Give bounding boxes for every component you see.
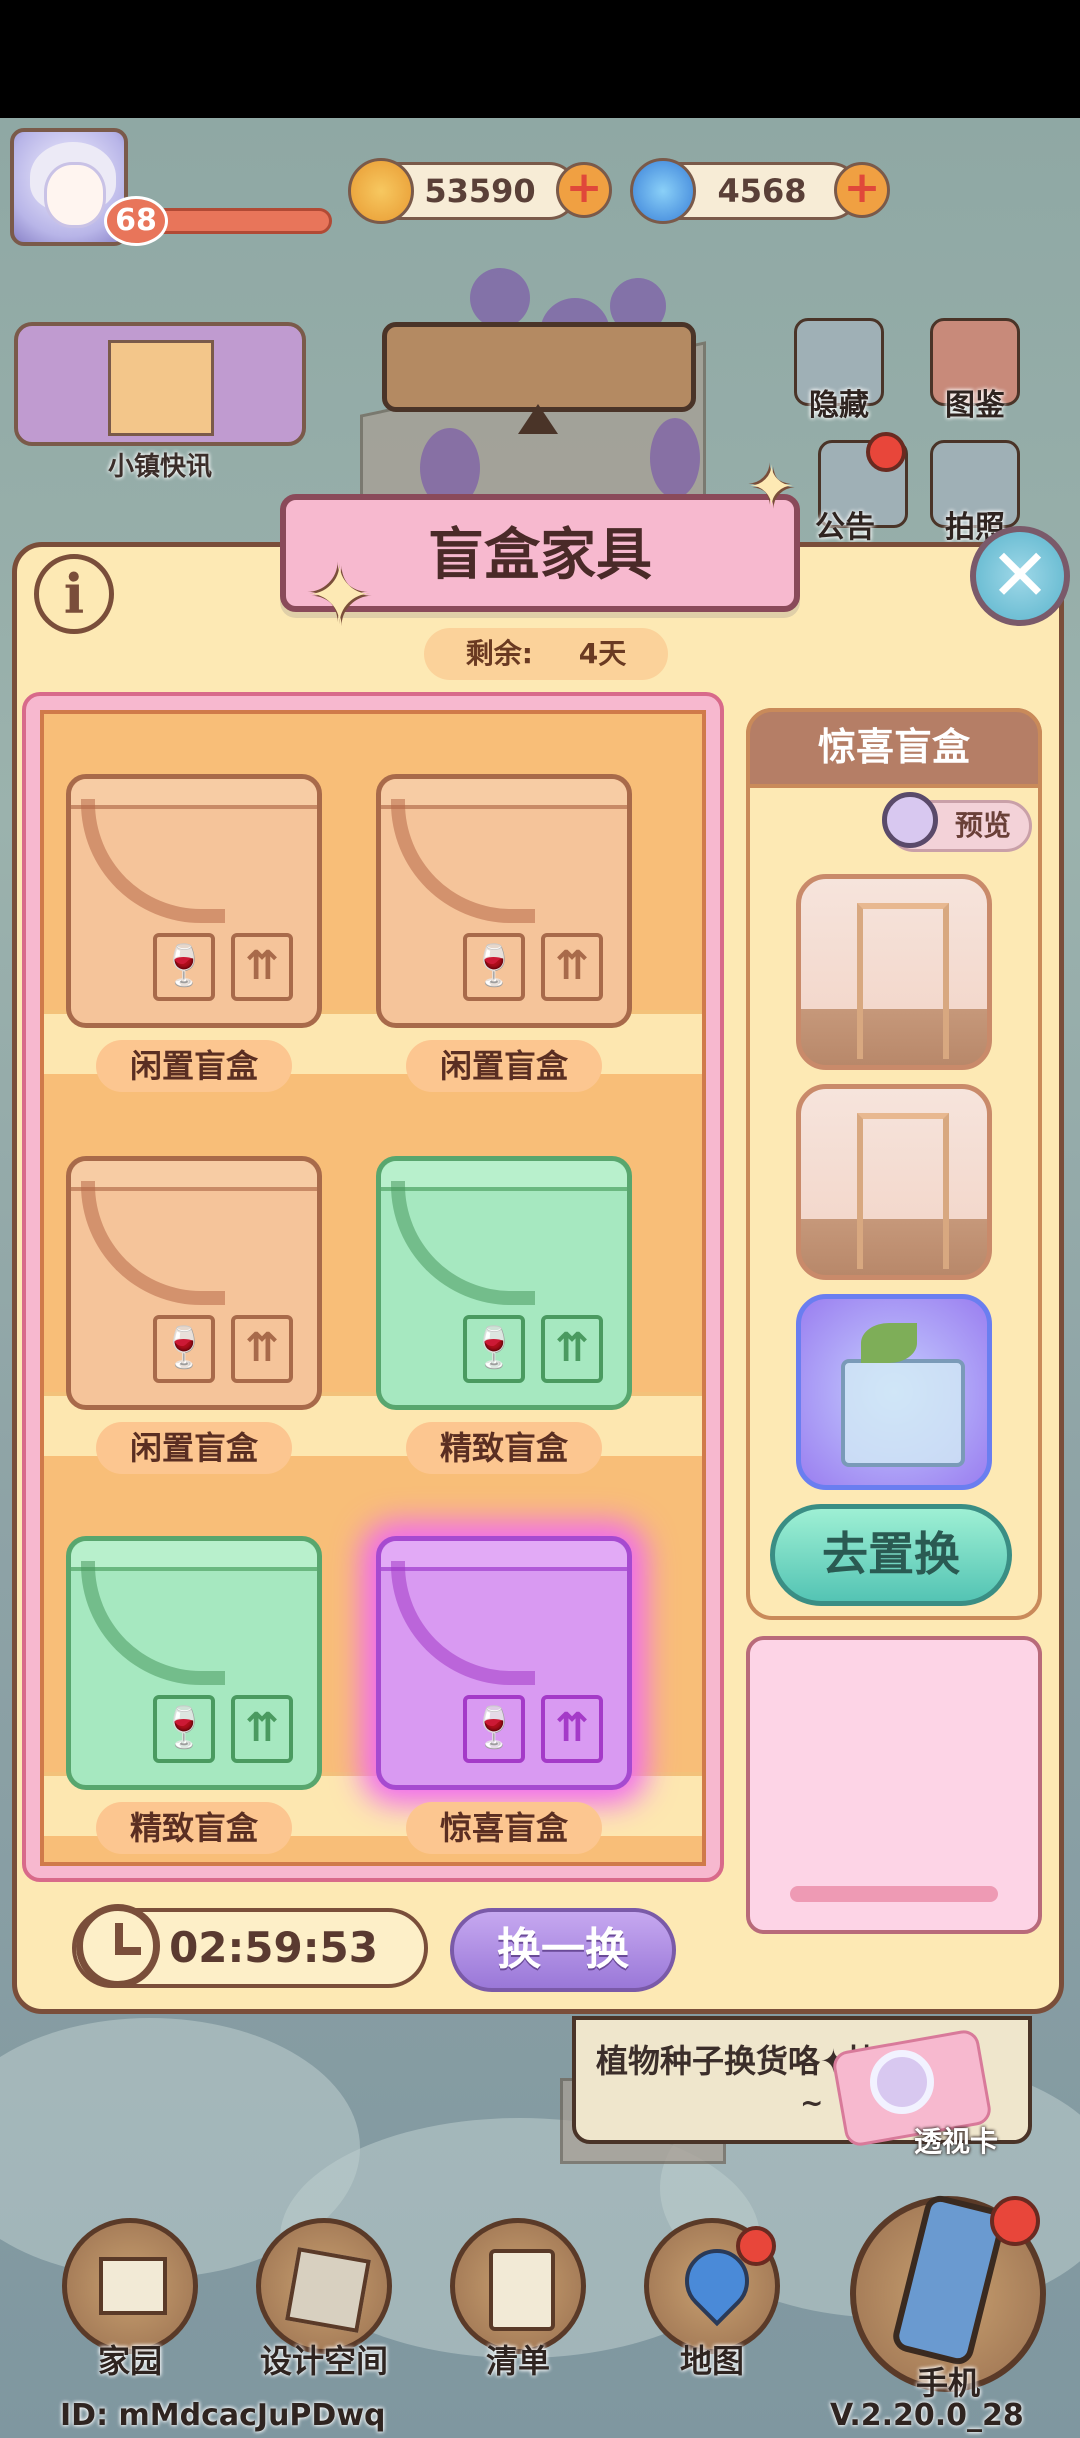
news-box-icon [108,340,214,436]
player-id: ID: mMdcacJuPDwq [60,2398,386,2433]
fragile-icon: 🍷 [153,1695,215,1763]
plant-leaf-icon [861,1323,917,1363]
blind-box-3[interactable]: 🍷 ⇈ [66,1156,322,1410]
xray-card-label: 透视卡 [914,2125,999,2158]
fish-tank-icon [841,1359,965,1467]
hide-label: 隐藏 [809,388,869,423]
slot-bar [790,1886,998,1902]
sparkle-small-icon: ✦ [748,455,795,520]
info-button[interactable]: i [34,554,114,634]
fragile-icon: 🍷 [463,933,525,1001]
avatar-face [44,162,106,228]
blind-box-2-label: 闲置盲盒 [406,1040,602,1092]
blind-box-1[interactable]: 🍷 ⇈ [66,774,322,1028]
sparkle-icon: ✦ [306,549,374,642]
level-badge: 68 [104,196,168,246]
notice-label: 公告 [815,510,875,545]
list-icon [489,2249,555,2331]
nav-home-label: 家园 [97,2342,162,2380]
reward-item-clothes-rack[interactable] [796,1084,992,1280]
add-gem-button[interactable]: + [834,162,890,218]
design-icon [285,2247,371,2333]
tip-more: ~ [800,2086,824,2119]
nav-list-button[interactable] [450,2218,586,2354]
blind-box-6-label: 惊喜盲盒 [406,1802,602,1854]
nav-list-label: 清单 [485,2342,550,2380]
this-side-up-icon: ⇈ [231,933,293,1001]
blind-box-4-label: 精致盲盒 [406,1422,602,1474]
add-coin-button[interactable]: + [556,162,612,218]
remaining-label: 剩余: [465,637,533,670]
reward-item-clothes-rack[interactable] [796,874,992,1070]
blind-box-3-label: 闲置盲盒 [96,1422,292,1474]
fragile-icon: 🍷 [463,1695,525,1763]
nav-home-button[interactable] [62,2218,198,2354]
shop-sign [382,322,696,412]
fragile-icon: 🍷 [463,1315,525,1383]
blind-box-5[interactable]: 🍷 ⇈ [66,1536,322,1790]
map-alert-dot [736,2226,776,2266]
blind-box-1-label: 闲置盲盒 [96,1040,292,1092]
reward-item-plant-tank[interactable] [796,1294,992,1490]
this-side-up-icon: ⇈ [231,1695,293,1763]
reward-title: 惊喜盲盒 [746,708,1042,788]
this-side-up-icon: ⇈ [541,933,603,1001]
remaining-value: 4天 [578,637,627,670]
blind-box-4[interactable]: 🍷 ⇈ [376,1156,632,1410]
blind-box-2[interactable]: 🍷 ⇈ [376,774,632,1028]
magnifier-icon [882,792,938,848]
clothes-rack-icon [857,903,949,1059]
nav-design-label: 设计空间 [259,2342,388,2380]
catalog-label: 图鉴 [945,388,1005,423]
sign-pointer-icon [518,404,558,434]
swirl-gem-icon [630,158,696,224]
notice-alert-dot [866,432,906,472]
this-side-up-icon: ⇈ [231,1315,293,1383]
home-icon [99,2257,167,2315]
go-exchange-button[interactable]: 去置换 [770,1504,1012,1606]
blind-box-6[interactable]: 🍷 ⇈ [376,1536,632,1790]
clothes-rack-icon [857,1113,949,1269]
magnifier-icon [870,2050,934,2114]
app-version: V.2.20.0_28 [830,2398,1024,2433]
experience-bar [152,208,332,234]
blind-box-5-label: 精致盲盒 [96,1802,292,1854]
remaining-time-pill: 剩余: 4天 [424,628,668,680]
town-news-button[interactable] [14,322,306,446]
nav-design-button[interactable] [256,2218,392,2354]
phone-alert-dot [990,2196,1040,2246]
fragile-icon: 🍷 [153,933,215,1001]
nav-map-label: 地图 [679,2342,744,2380]
refresh-button[interactable]: 换一换 [450,1908,676,1992]
leaf-coin-icon [348,158,414,224]
town-news-label: 小镇快讯 [107,452,212,482]
clock-icon [76,1904,160,1988]
fragile-icon: 🍷 [153,1315,215,1383]
this-side-up-icon: ⇈ [541,1315,603,1383]
close-button[interactable]: ✕ [970,526,1070,626]
this-side-up-icon: ⇈ [541,1695,603,1763]
